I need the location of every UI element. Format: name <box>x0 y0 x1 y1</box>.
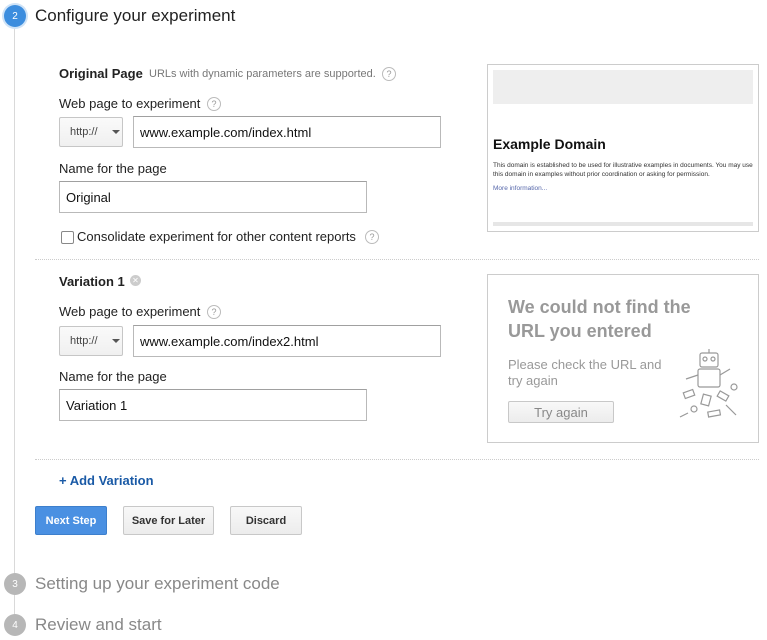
variation-url-value: www.example.com/index2.html <box>140 333 319 349</box>
section-divider <box>35 259 759 260</box>
variation-label: Variation 1 <box>59 274 125 289</box>
original-name-input[interactable]: Original <box>59 181 367 213</box>
original-protocol-select[interactable]: http:// <box>59 117 123 147</box>
preview-header-bar <box>493 70 753 104</box>
original-url-input[interactable]: www.example.com/index.html <box>133 116 441 148</box>
preview-body-text: This domain is established to be used fo… <box>493 162 753 178</box>
original-name-value: Original <box>66 189 111 205</box>
step-4-indicator: 4 <box>4 614 26 636</box>
step-3-indicator: 3 <box>4 573 26 595</box>
chevron-down-icon <box>111 339 120 343</box>
variation-name-value: Variation 1 <box>66 397 128 413</box>
variation-name-label: Name for the page <box>59 369 167 384</box>
broken-robot-illustration <box>679 349 738 418</box>
step-3-title[interactable]: Setting up your experiment code <box>35 574 280 594</box>
try-again-button[interactable]: Try again <box>508 401 614 423</box>
help-icon[interactable]: ? <box>382 67 396 81</box>
help-icon[interactable]: ? <box>365 230 379 244</box>
help-glyph: ? <box>211 99 217 109</box>
variation-name-input[interactable]: Variation 1 <box>59 389 367 421</box>
discard-button[interactable]: Discard <box>230 506 302 535</box>
step-number: 2 <box>12 10 18 22</box>
variation-page-preview: We could not find the URL you entered Pl… <box>487 274 759 443</box>
section-divider <box>35 459 759 460</box>
original-name-label: Name for the page <box>59 161 167 176</box>
chevron-down-icon <box>111 130 120 134</box>
help-glyph: ? <box>386 69 392 79</box>
error-title: We could not find the URL you entered <box>508 297 691 341</box>
protocol-value: http:// <box>70 126 98 138</box>
next-step-button[interactable]: Next Step <box>35 506 107 535</box>
help-glyph: ? <box>211 307 217 317</box>
preview-scrollbar <box>493 222 753 226</box>
variation-url-label: Web page to experiment <box>59 304 201 319</box>
variation-url-input[interactable]: www.example.com/index2.html <box>133 325 441 357</box>
consolidate-label: Consolidate experiment for other content… <box>77 229 356 244</box>
preview-more-link: More information... <box>493 185 548 192</box>
original-page-label: Original Page <box>59 66 143 81</box>
help-icon[interactable]: ? <box>207 305 221 319</box>
protocol-value: http:// <box>70 335 98 347</box>
help-icon[interactable]: ? <box>207 97 221 111</box>
dynamic-params-hint: URLs with dynamic parameters are support… <box>149 68 376 80</box>
original-url-value: www.example.com/index.html <box>140 124 312 140</box>
original-url-label: Web page to experiment <box>59 96 201 111</box>
step-number: 4 <box>12 619 18 631</box>
step-number: 3 <box>12 578 18 590</box>
original-page-preview: Example Domain This domain is establishe… <box>487 64 759 232</box>
step-2-title: Configure your experiment <box>35 6 236 25</box>
add-variation-link[interactable]: + Add Variation <box>59 473 154 488</box>
consolidate-checkbox[interactable] <box>61 231 74 244</box>
step-2-indicator: 2 <box>4 5 26 27</box>
help-glyph: ? <box>369 232 375 242</box>
remove-variation-icon[interactable]: ✕ <box>130 275 141 286</box>
steps-timeline <box>14 24 15 574</box>
variation-protocol-select[interactable]: http:// <box>59 326 123 356</box>
step-4-title[interactable]: Review and start <box>35 615 162 635</box>
error-message: Please check the URL and try again <box>508 357 662 388</box>
save-for-later-button[interactable]: Save for Later <box>123 506 214 535</box>
preview-heading: Example Domain <box>493 136 606 152</box>
